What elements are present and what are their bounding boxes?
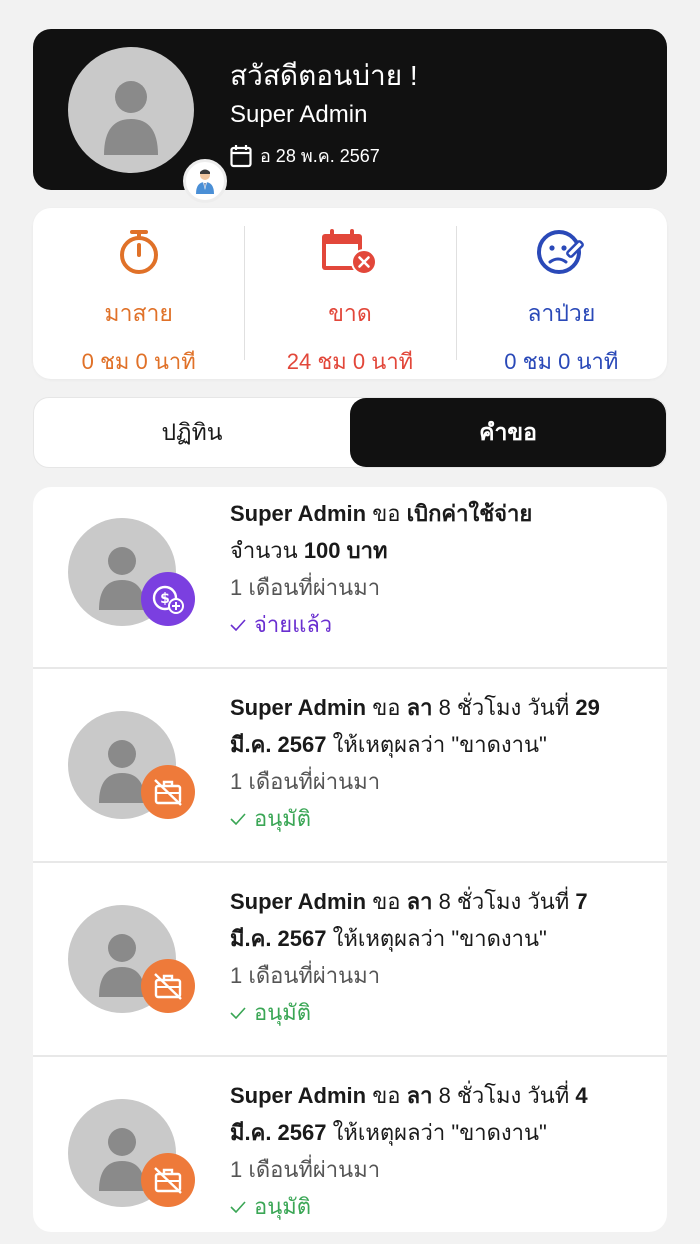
request-hours: 8 ชั่วโมง วันที่: [438, 695, 570, 720]
username: Super Admin: [230, 101, 368, 128]
list-item[interactable]: $ Super Admin ขอ เบิกค่าใช้จ่าย จำนวน 10…: [33, 487, 667, 681]
request-month-year: มี.ค. 2567: [230, 926, 327, 951]
status-badge: อนุมัติ: [230, 994, 650, 1031]
request-hours: 8 ชั่วโมง วันที่: [438, 1083, 570, 1108]
status-text: อนุมัติ: [254, 1000, 312, 1025]
avatar[interactable]: [68, 47, 194, 173]
stat-absent-label: ขาด: [328, 300, 372, 326]
request-month-year: มี.ค. 2567: [230, 1120, 327, 1145]
status-badge: อนุมัติ: [230, 1188, 650, 1225]
greeting-text: สวัสดีตอนบ่าย !: [230, 60, 418, 91]
request-day: 4: [575, 1083, 588, 1108]
stat-sick[interactable]: ลาป่วย 0 ชม 0 นาที: [455, 208, 667, 379]
calendar-icon: [230, 144, 252, 167]
check-icon: [230, 1006, 246, 1019]
request-type: ลา: [406, 889, 433, 914]
request-time: 1 เดือนที่ผ่านมา: [230, 963, 381, 988]
request-month-year: มี.ค. 2567: [230, 732, 327, 757]
list-item[interactable]: Super Admin ขอ ลา 8 ชั่วโมง วันที่ 29 มี…: [33, 667, 667, 861]
briefcase-off-icon: [141, 765, 195, 819]
stat-late-value: 0 ชม 0 นาที: [81, 349, 196, 374]
request-text: Super Admin ขอ ลา 8 ชั่วโมง วันที่ 4 มี.…: [230, 1077, 650, 1225]
request-verb: ขอ: [372, 501, 401, 526]
list-item[interactable]: Super Admin ขอ ลา 8 ชั่วโมง วันที่ 4 มี.…: [33, 1055, 667, 1232]
reason-prefix: ให้เหตุผลว่า: [332, 1120, 446, 1145]
request-type: เบิกค่าใช้จ่าย: [406, 501, 533, 526]
request-list: $ Super Admin ขอ เบิกค่าใช้จ่าย จำนวน 10…: [33, 487, 667, 1232]
check-icon: [230, 618, 246, 631]
tab-requests[interactable]: คำขอ: [350, 398, 666, 467]
status-text: อนุมัติ: [254, 806, 312, 831]
request-day: 7: [575, 889, 588, 914]
request-verb: ขอ: [372, 889, 401, 914]
view-tabs: ปฏิทิน คำขอ: [33, 397, 667, 468]
attendance-summary: มาสาย 0 ชม 0 นาที ขาด 24 ชม 0 นาที ลาป่ว…: [33, 208, 667, 379]
briefcase-off-icon: [141, 1153, 195, 1207]
request-type: ลา: [406, 695, 433, 720]
person-placeholder-icon: [104, 81, 158, 155]
sick-face-icon: [536, 226, 586, 278]
request-reason: "ขาดงาน": [451, 926, 547, 951]
request-reason: "ขาดงาน": [451, 732, 547, 757]
request-user: Super Admin: [230, 1083, 367, 1108]
status-text: อนุมัติ: [254, 1194, 312, 1219]
stat-sick-value: 0 ชม 0 นาที: [504, 349, 619, 374]
amount-prefix: จำนวน: [230, 538, 298, 563]
stat-late-label: มาสาย: [104, 300, 173, 326]
status-badge: อนุมัติ: [230, 800, 650, 837]
request-type: ลา: [406, 1083, 433, 1108]
request-time: 1 เดือนที่ผ่านมา: [230, 1157, 381, 1182]
tab-calendar[interactable]: ปฏิทิน: [34, 398, 350, 467]
money-add-icon: $: [141, 572, 195, 626]
stat-late[interactable]: มาสาย 0 ชม 0 นาที: [33, 208, 244, 379]
reason-prefix: ให้เหตุผลว่า: [332, 732, 446, 757]
businessman-icon: [183, 159, 227, 203]
request-verb: ขอ: [372, 695, 401, 720]
check-icon: [230, 812, 246, 825]
reason-prefix: ให้เหตุผลว่า: [332, 926, 446, 951]
status-text: จ่ายแล้ว: [254, 612, 333, 637]
stat-absent[interactable]: ขาด 24 ชม 0 นาที: [244, 208, 455, 379]
profile-header: สวัสดีตอนบ่าย ! Super Admin อ 28 พ.ค. 25…: [33, 29, 667, 203]
request-text: Super Admin ขอ ลา 8 ชั่วโมง วันที่ 7 มี.…: [230, 883, 650, 1031]
request-amount: 100 บาท: [303, 538, 388, 563]
date-row: อ 28 พ.ค. 2567: [230, 141, 380, 170]
request-time: 1 เดือนที่ผ่านมา: [230, 575, 381, 600]
calendar-x-icon: [320, 226, 380, 278]
stat-absent-value: 24 ชม 0 นาที: [286, 349, 414, 374]
current-date: อ 28 พ.ค. 2567: [260, 146, 380, 166]
request-time: 1 เดือนที่ผ่านมา: [230, 769, 381, 794]
stat-sick-label: ลาป่วย: [527, 300, 596, 326]
request-text: Super Admin ขอ เบิกค่าใช้จ่าย จำนวน 100 …: [230, 495, 650, 643]
request-verb: ขอ: [372, 1083, 401, 1108]
request-user: Super Admin: [230, 501, 367, 526]
request-hours: 8 ชั่วโมง วันที่: [438, 889, 570, 914]
request-reason: "ขาดงาน": [451, 1120, 547, 1145]
request-user: Super Admin: [230, 695, 367, 720]
check-icon: [230, 1200, 246, 1213]
request-day: 29: [575, 695, 600, 720]
request-user: Super Admin: [230, 889, 367, 914]
briefcase-off-icon: [141, 959, 195, 1013]
stopwatch-icon: [117, 226, 161, 278]
request-text: Super Admin ขอ ลา 8 ชั่วโมง วันที่ 29 มี…: [230, 689, 650, 837]
list-item[interactable]: Super Admin ขอ ลา 8 ชั่วโมง วันที่ 7 มี.…: [33, 861, 667, 1055]
status-badge: จ่ายแล้ว: [230, 606, 650, 643]
